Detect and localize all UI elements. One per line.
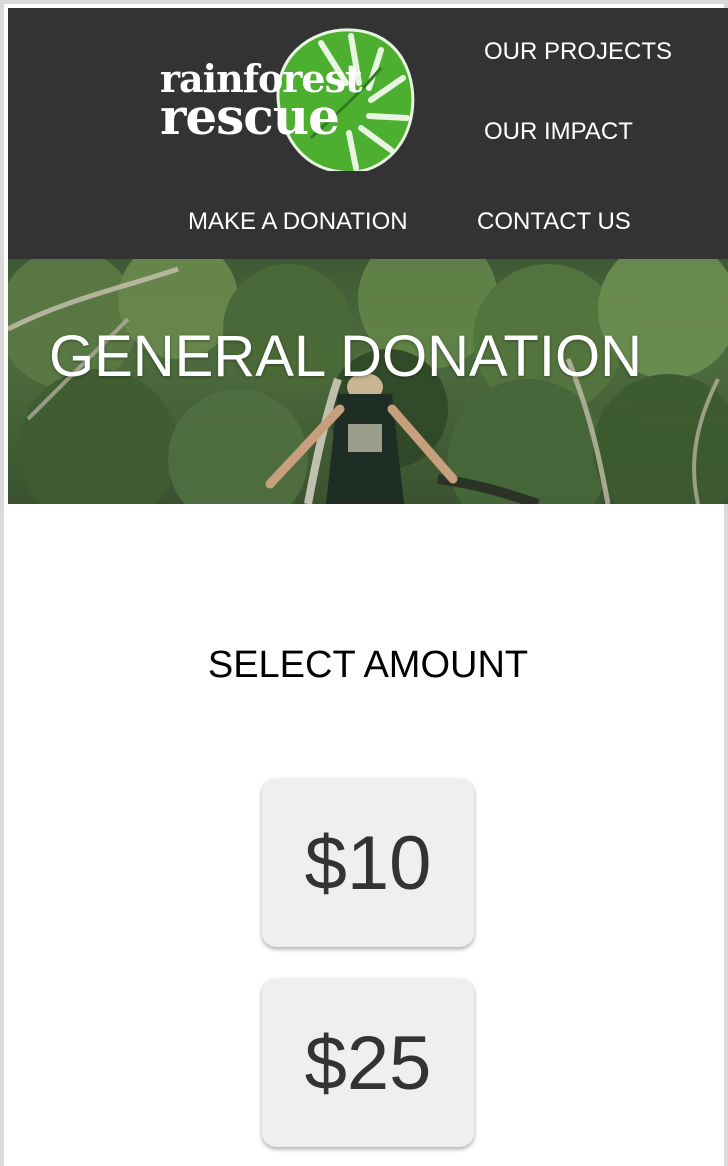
page-title: GENERAL DONATION bbox=[49, 324, 642, 389]
nav-make-a-donation[interactable]: MAKE A DONATION bbox=[188, 208, 408, 236]
site-header: rainforest rescue OUR PROJECTS OUR IMPAC… bbox=[8, 8, 728, 259]
select-amount-heading: SELECT AMOUNT bbox=[207, 644, 529, 686]
nav-our-projects[interactable]: OUR PROJECTS bbox=[484, 38, 672, 66]
nav-contact-us[interactable]: CONTACT US bbox=[477, 208, 631, 236]
page-frame: rainforest rescue OUR PROJECTS OUR IMPAC… bbox=[0, 0, 728, 1166]
nav-our-impact[interactable]: OUR IMPACT bbox=[484, 118, 633, 146]
hero-banner: GENERAL DONATION bbox=[8, 259, 728, 504]
logo[interactable]: rainforest rescue bbox=[156, 26, 416, 171]
logo-text-rescue: rescue bbox=[160, 87, 340, 146]
amount-25-button[interactable]: $25 bbox=[262, 979, 474, 1147]
amount-10-button[interactable]: $10 bbox=[262, 779, 474, 947]
